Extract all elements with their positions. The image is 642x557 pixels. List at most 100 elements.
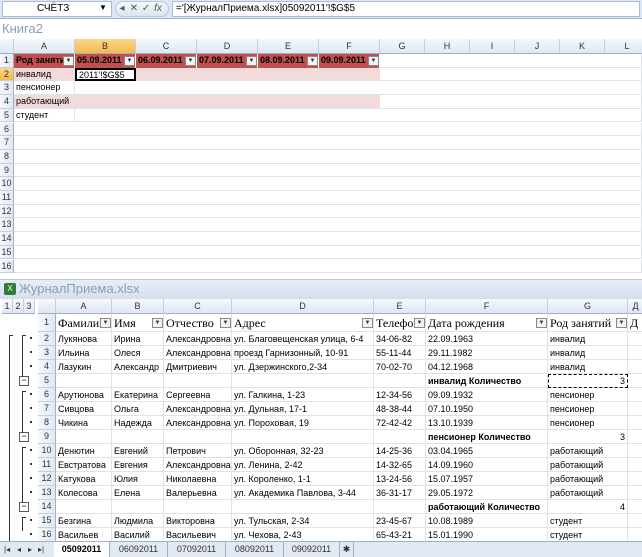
data-cell[interactable]: студент [548, 514, 628, 528]
column-header-k[interactable]: K [560, 39, 605, 54]
header-cell[interactable]: Д [628, 314, 642, 332]
row-header-16[interactable]: 16 [0, 259, 14, 274]
row-header-5[interactable]: 5 [38, 374, 56, 388]
data-cell[interactable]: Лукянова [56, 332, 112, 346]
data-cell[interactable]: 23-45-67 [374, 514, 426, 528]
data-cell[interactable]: инвалид [548, 346, 628, 360]
prev-sheet-icon[interactable]: ◂ [17, 543, 21, 556]
data-cell[interactable]: 14.09.1960 [426, 458, 548, 472]
data-cell[interactable]: Колесова [56, 486, 112, 500]
tab-05092011[interactable]: 05092011 [54, 542, 110, 557]
column-header-a[interactable]: A [14, 39, 75, 54]
row-header-1[interactable]: 1 [38, 314, 56, 332]
row-header-4[interactable]: 4 [38, 360, 56, 374]
data-cell[interactable]: ул. Оборонная, 32-23 [232, 444, 374, 458]
data-cell[interactable]: Петрович [164, 444, 232, 458]
column-header-b[interactable]: B [75, 39, 136, 54]
data-cell[interactable]: Дмитриевич [164, 360, 232, 374]
data-cell[interactable]: ул. Дзержинского,2-34 [232, 360, 374, 374]
header-cell[interactable]: Дата рождения [426, 314, 548, 332]
data-cell[interactable]: 29.11.1982 [426, 346, 548, 360]
row-header-9[interactable]: 9 [38, 430, 56, 444]
data-cell[interactable]: проезд Гарнизонный, 10-91 [232, 346, 374, 360]
name-box[interactable]: СЧЁТЗ [2, 1, 112, 17]
filter-dropdown-icon[interactable]: ▼ [63, 56, 74, 66]
data-cell[interactable]: Николаевна [164, 472, 232, 486]
data-cell[interactable]: Денютин [56, 444, 112, 458]
tab-08092011[interactable]: 08092011 [226, 542, 284, 557]
data-cell[interactable]: 12-34-56 [374, 388, 426, 402]
data-cell[interactable]: 15.01.1990 [426, 528, 548, 542]
data-cell[interactable]: Сивцова [56, 402, 112, 416]
data-cell[interactable]: 14-32-65 [374, 458, 426, 472]
row-header-1[interactable]: 1 [0, 54, 14, 68]
data-cell[interactable]: ул. Благовещенская улица, 6-4 [232, 332, 374, 346]
row-header-7[interactable]: 7 [0, 136, 14, 150]
data-cell[interactable]: ул. Чехова, 2-43 [232, 528, 374, 542]
header-cell[interactable]: Адрес [232, 314, 374, 332]
filter-dropdown-icon[interactable]: ▼ [414, 318, 425, 328]
column-header-c[interactable]: C [164, 299, 232, 314]
column-header-g[interactable]: G [380, 39, 425, 54]
filter-dropdown-icon[interactable]: ▼ [616, 318, 627, 328]
collapse-group-icon[interactable]: − [19, 502, 29, 512]
next-sheet-icon[interactable]: ▸ [28, 543, 32, 556]
row-header-9[interactable]: 9 [0, 163, 14, 178]
row-header-13[interactable]: 13 [38, 486, 56, 500]
data-cell[interactable]: работающий [548, 472, 628, 486]
filter-dropdown-icon[interactable]: ▼ [362, 318, 373, 328]
data-cell[interactable]: работающий [548, 486, 628, 500]
column-header-d[interactable]: D [197, 39, 258, 54]
row-header-6[interactable]: 6 [38, 388, 56, 402]
data-cell[interactable]: ул. Тульская, 2-34 [232, 514, 374, 528]
data-cell[interactable]: Александровна [164, 458, 232, 472]
data-cell[interactable]: 03.04.1965 [426, 444, 548, 458]
select-all-corner[interactable] [0, 39, 14, 54]
row-header-2[interactable]: 2 [38, 332, 56, 346]
row-header-5[interactable]: 5 [0, 108, 14, 123]
data-cell[interactable]: 29.05.1972 [426, 486, 548, 500]
column-header-j[interactable]: J [515, 39, 560, 54]
label-cell[interactable]: инвалид [14, 67, 75, 82]
data-cell[interactable]: Евгений [112, 444, 164, 458]
data-cell[interactable]: 14-25-36 [374, 444, 426, 458]
data-cell[interactable]: Евгения [112, 458, 164, 472]
data-cell[interactable]: Васильев [56, 528, 112, 542]
column-header-e[interactable]: E [258, 39, 319, 54]
data-cell[interactable]: 65-43-21 [374, 528, 426, 542]
data-cell[interactable]: 13-24-56 [374, 472, 426, 486]
collapse-group-icon[interactable]: − [19, 376, 29, 386]
column-header-d[interactable]: D [232, 299, 374, 314]
filter-dropdown-icon[interactable]: ▼ [185, 56, 196, 66]
filter-dropdown-icon[interactable]: ▼ [368, 56, 379, 66]
last-sheet-icon[interactable]: ▸| [38, 543, 44, 556]
data-cell[interactable]: Александровна [164, 332, 232, 346]
outline-level-3[interactable]: 3 [24, 299, 35, 314]
data-cell[interactable]: 13.10.1939 [426, 416, 548, 430]
column-header-i[interactable]: I [470, 39, 515, 54]
data-cell[interactable]: 34-06-82 [374, 332, 426, 346]
data-cell[interactable]: 04.12.1968 [426, 360, 548, 374]
data-cell[interactable]: работающий [548, 458, 628, 472]
data-cell[interactable]: Василий [112, 528, 164, 542]
column-header-e[interactable]: E [374, 299, 426, 314]
data-cell[interactable]: 15.07.1957 [426, 472, 548, 486]
select-all-corner[interactable] [38, 299, 56, 314]
row-header-14[interactable]: 14 [0, 232, 14, 246]
data-cell[interactable]: 70-02-70 [374, 360, 426, 374]
row-header-15[interactable]: 15 [0, 245, 14, 260]
column-header-b[interactable]: B [112, 299, 164, 314]
row-header-7[interactable]: 7 [38, 402, 56, 416]
label-cell[interactable]: пенсионер [14, 81, 75, 96]
data-cell[interactable]: ул. Пороховая, 19 [232, 416, 374, 430]
data-cell[interactable]: 36-31-17 [374, 486, 426, 500]
filter-dropdown-icon[interactable]: ▼ [124, 56, 135, 66]
data-cell[interactable]: Юлия [112, 472, 164, 486]
cancel-icon[interactable]: ✕ [128, 2, 140, 16]
data-cell[interactable]: Александровна [164, 346, 232, 360]
row-header-8[interactable]: 8 [0, 149, 14, 164]
data-cell[interactable]: ул. Короленко, 1-1 [232, 472, 374, 486]
data-cell[interactable]: Безгина [56, 514, 112, 528]
book2-titlebar[interactable]: X ЖурналПриема.xlsx [0, 279, 642, 299]
data-cell[interactable]: Евстратова [56, 458, 112, 472]
